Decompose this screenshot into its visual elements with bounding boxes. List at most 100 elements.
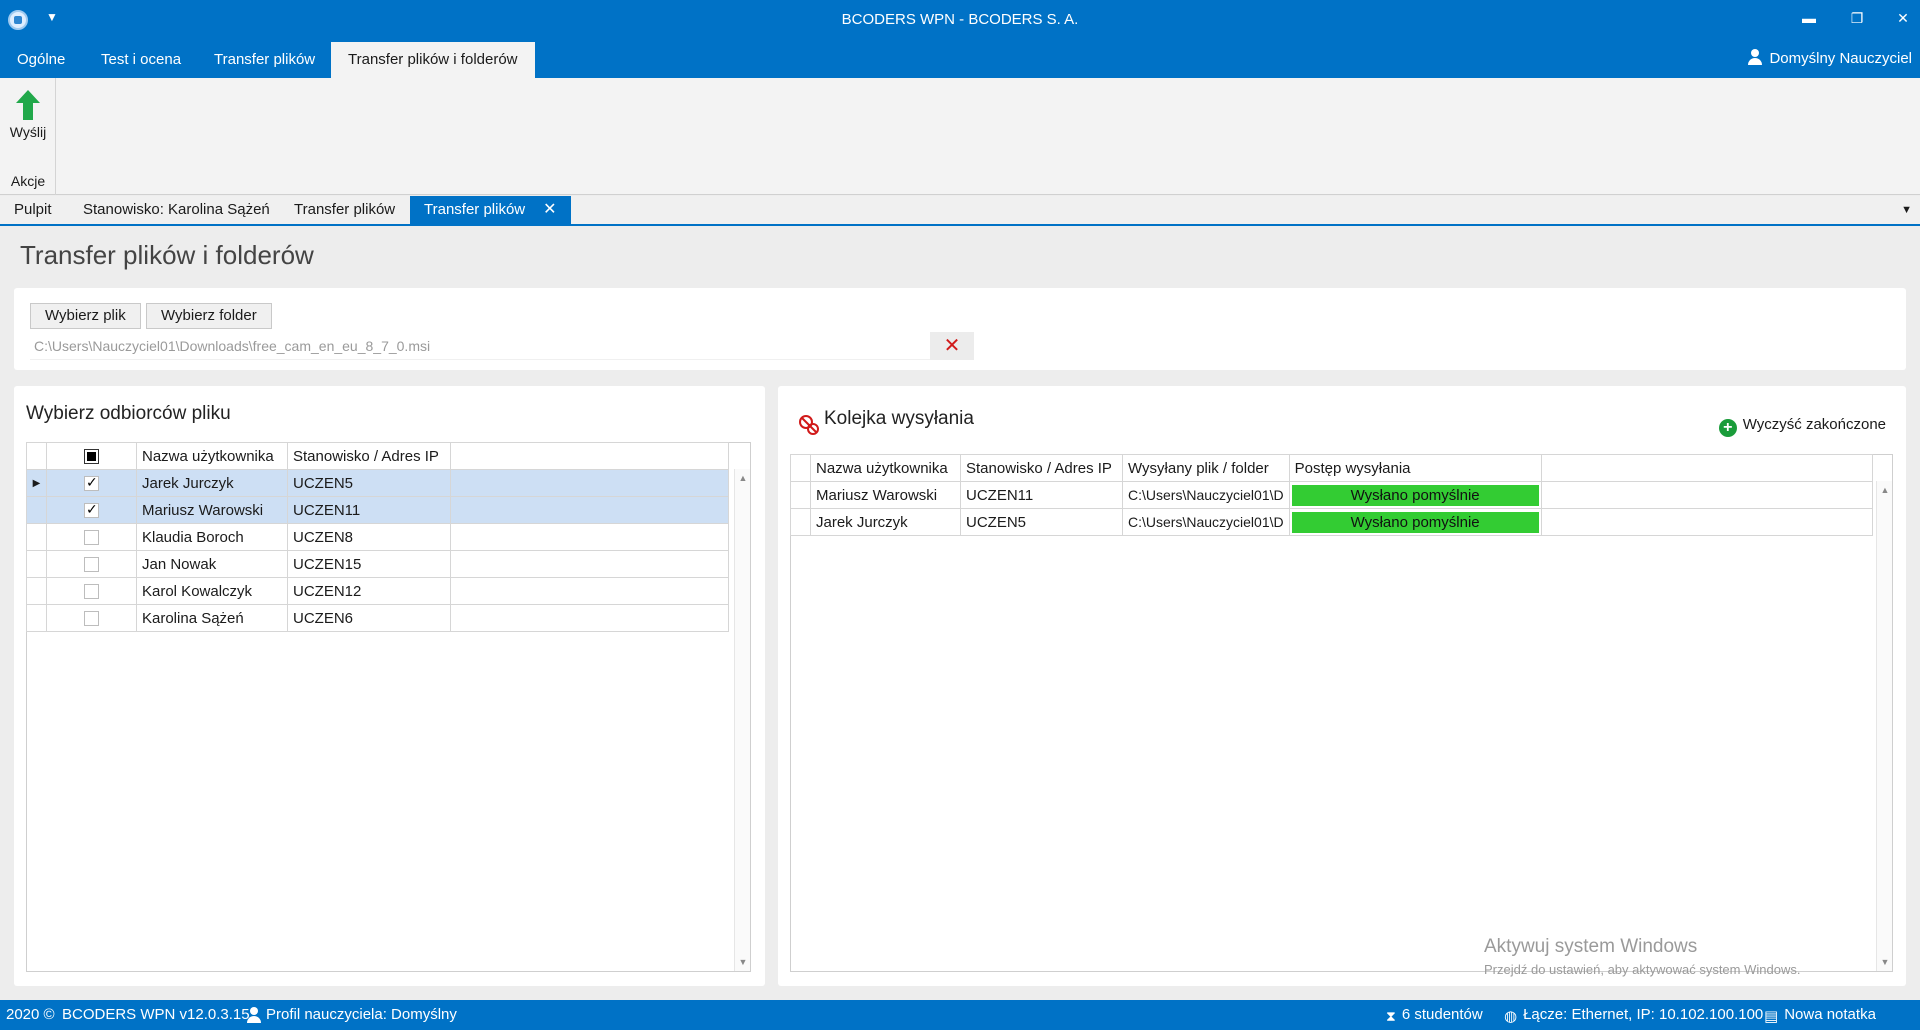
clear-path-button[interactable]: ✕	[930, 332, 974, 360]
row-indicator	[26, 496, 47, 524]
doc-tab-stanowisko[interactable]: Stanowisko: Karolina Sążeń	[69, 196, 284, 224]
recipients-grid: Nazwa użytkownika Stanowisko / Adres IP …	[26, 442, 751, 972]
cell-progress: Wysłano pomyślnie	[1288, 481, 1542, 509]
ribbon-group-actions: Wyślij Akcje	[0, 78, 56, 195]
table-row[interactable]: Klaudia Boroch UCZEN8	[26, 523, 729, 551]
cell-username: Mariusz Warowski	[136, 496, 288, 524]
send-button[interactable]: Wyślij	[4, 86, 52, 156]
cell-filler	[450, 604, 729, 632]
restore-icon[interactable]: ❐	[1844, 6, 1870, 30]
row-checkbox-cell[interactable]	[46, 523, 137, 551]
status-students[interactable]: ⧗ 6 studentów	[1386, 1006, 1483, 1024]
cell-station: UCZEN8	[287, 523, 451, 551]
doc-tab-pulpit[interactable]: Pulpit	[0, 196, 66, 224]
row-checkbox[interactable]	[84, 584, 99, 600]
row-indicator	[26, 550, 47, 578]
table-row[interactable]: Jarek Jurczyk UCZEN5 C:\Users\Nauczyciel01…	[790, 508, 1874, 536]
doc-tab-transfer-plikow[interactable]: Transfer plików	[280, 196, 409, 224]
queue-title: Kolejka wysyłania	[824, 408, 974, 429]
choose-file-button[interactable]: Wybierz plik	[30, 303, 141, 329]
queue-panel: Kolejka wysyłania + Wyczyść zakończone Na…	[778, 386, 1906, 986]
row-checkbox-cell[interactable]	[46, 604, 137, 632]
tab-test-i-ocena[interactable]: Test i ocena	[84, 42, 198, 78]
cell-station: UCZEN6	[287, 604, 451, 632]
tabs-dropdown-icon[interactable]: ▼	[1901, 204, 1912, 216]
table-row[interactable]: Karolina Sążeń UCZEN6	[26, 604, 729, 632]
status-new-note[interactable]: ▤ Nowa notatka	[1764, 1006, 1876, 1025]
plus-circle-icon: +	[1718, 419, 1737, 437]
table-row[interactable]: Karol Kowalczyk UCZEN12	[26, 577, 729, 605]
recipients-table: Nazwa użytkownika Stanowisko / Adres IP …	[26, 442, 729, 632]
status-new-note-label: Nowa notatka	[1784, 1006, 1876, 1023]
row-checkbox[interactable]	[84, 501, 99, 519]
status-connection[interactable]: ◍ Łącze: Ethernet, IP: 10.102.100.100	[1504, 1006, 1764, 1025]
title-bar: ▼ BCODERS WPN - BCODERS S. A. ▬ ❐ ✕	[0, 0, 1920, 40]
clear-x-icon: ✕	[943, 335, 961, 357]
page-title: Transfer plików i folderów	[20, 240, 314, 270]
column-header-username[interactable]: Nazwa użytkownika	[810, 454, 961, 482]
status-profile-label: Profil nauczyciela: Domyślny	[266, 1006, 457, 1023]
recipients-scrollbar[interactable]: ▲ ▼	[734, 469, 750, 971]
cell-username: Karol Kowalczyk	[136, 577, 288, 605]
table-row[interactable]: ▶ Jarek JurczykUCZEN5	[26, 469, 729, 497]
cell-username: Mariusz Warowski	[810, 481, 961, 509]
scroll-down-icon[interactable]: ▼	[1877, 957, 1893, 967]
doc-tab-transfer-plikow-active[interactable]: Transfer plików ✕	[410, 196, 571, 224]
row-checkbox-cell[interactable]	[46, 577, 137, 605]
send-label: Wyślij	[9, 124, 47, 140]
row-checkbox[interactable]	[84, 530, 99, 546]
queue-icon	[799, 415, 819, 435]
row-checkbox-cell[interactable]	[46, 550, 137, 578]
clear-finished-button[interactable]: + Wyczyść zakończone	[1718, 416, 1886, 437]
status-version: BCODERS WPN v12.0.3.15	[62, 1006, 250, 1023]
progress-bar: Wysłano pomyślnie	[1291, 484, 1539, 506]
cell-file: C:\Users\Nauczyciel01\D	[1122, 508, 1290, 536]
status-connection-label: Łącze: Ethernet, IP: 10.102.100.100	[1523, 1006, 1764, 1023]
user-account[interactable]: Domyślny Nauczyciel	[1747, 49, 1912, 67]
choose-folder-button[interactable]: Wybierz folder	[146, 303, 272, 329]
user-icon	[1747, 49, 1763, 65]
table-row[interactable]: Jan Nowak UCZEN15	[26, 550, 729, 578]
column-header-progress[interactable]: Postęp wysyłania	[1288, 454, 1542, 482]
minimize-icon[interactable]: ▬	[1796, 6, 1822, 30]
scroll-down-icon[interactable]: ▼	[735, 957, 751, 967]
cell-filler	[450, 469, 729, 497]
group-label-actions: Akcje	[10, 173, 46, 189]
column-header-username[interactable]: Nazwa użytkownika	[136, 442, 288, 470]
select-all-checkbox[interactable]	[84, 449, 99, 465]
column-header-file[interactable]: Wysyłany plik / folder	[1122, 454, 1290, 482]
progress-bar: Wysłano pomyślnie	[1291, 511, 1539, 533]
select-all-checkbox-cell[interactable]	[46, 442, 137, 470]
row-checkbox-cell[interactable]	[46, 496, 137, 524]
row-checkbox[interactable]	[84, 474, 99, 492]
column-header-station[interactable]: Stanowisko / Adres IP	[287, 442, 451, 470]
table-row[interactable]: Mariusz WarowskiUCZEN11	[26, 496, 729, 524]
cell-username: Jarek Jurczyk	[136, 469, 288, 497]
status-students-label: 6 studentów	[1401, 1006, 1483, 1023]
note-icon: ▤	[1764, 1008, 1779, 1025]
queue-scrollbar[interactable]: ▲ ▼	[1876, 481, 1892, 971]
tab-transfer-plikow[interactable]: Transfer plików	[197, 42, 332, 78]
row-indicator	[26, 577, 47, 605]
window-title: BCODERS WPN - BCODERS S. A.	[841, 11, 1079, 28]
status-profile[interactable]: Profil nauczyciela: Domyślny	[246, 1006, 457, 1023]
scroll-up-icon[interactable]: ▲	[1877, 485, 1893, 495]
close-icon[interactable]: ✕	[1890, 6, 1916, 30]
tab-ogolne[interactable]: Ogólne	[0, 42, 82, 78]
queue-table: Nazwa użytkownika Stanowisko / Adres IP …	[790, 454, 1874, 536]
cell-username: Jan Nowak	[136, 550, 288, 578]
row-checkbox[interactable]	[84, 557, 99, 573]
row-checkbox-cell[interactable]	[46, 469, 137, 497]
status-copyright: 2020 ©	[6, 1006, 55, 1023]
scroll-up-icon[interactable]: ▲	[735, 473, 751, 483]
cell-filler	[450, 496, 729, 524]
table-row[interactable]: Mariusz Warowski UCZEN11 C:\Users\Nauczyci…	[790, 481, 1874, 509]
column-header-station[interactable]: Stanowisko / Adres IP	[960, 454, 1123, 482]
ribbon-body: Wyślij Akcje	[0, 78, 1920, 195]
row-checkbox[interactable]	[84, 611, 99, 627]
cell-filler	[450, 577, 729, 605]
file-path-field[interactable]: C:\Users\Nauczyciel01\Downloads\free_cam…	[30, 332, 930, 360]
tab-transfer-plikow-i-folderow[interactable]: Transfer plików i folderów	[331, 42, 535, 78]
close-tab-icon[interactable]: ✕	[543, 201, 556, 218]
column-header-filler	[450, 442, 729, 470]
